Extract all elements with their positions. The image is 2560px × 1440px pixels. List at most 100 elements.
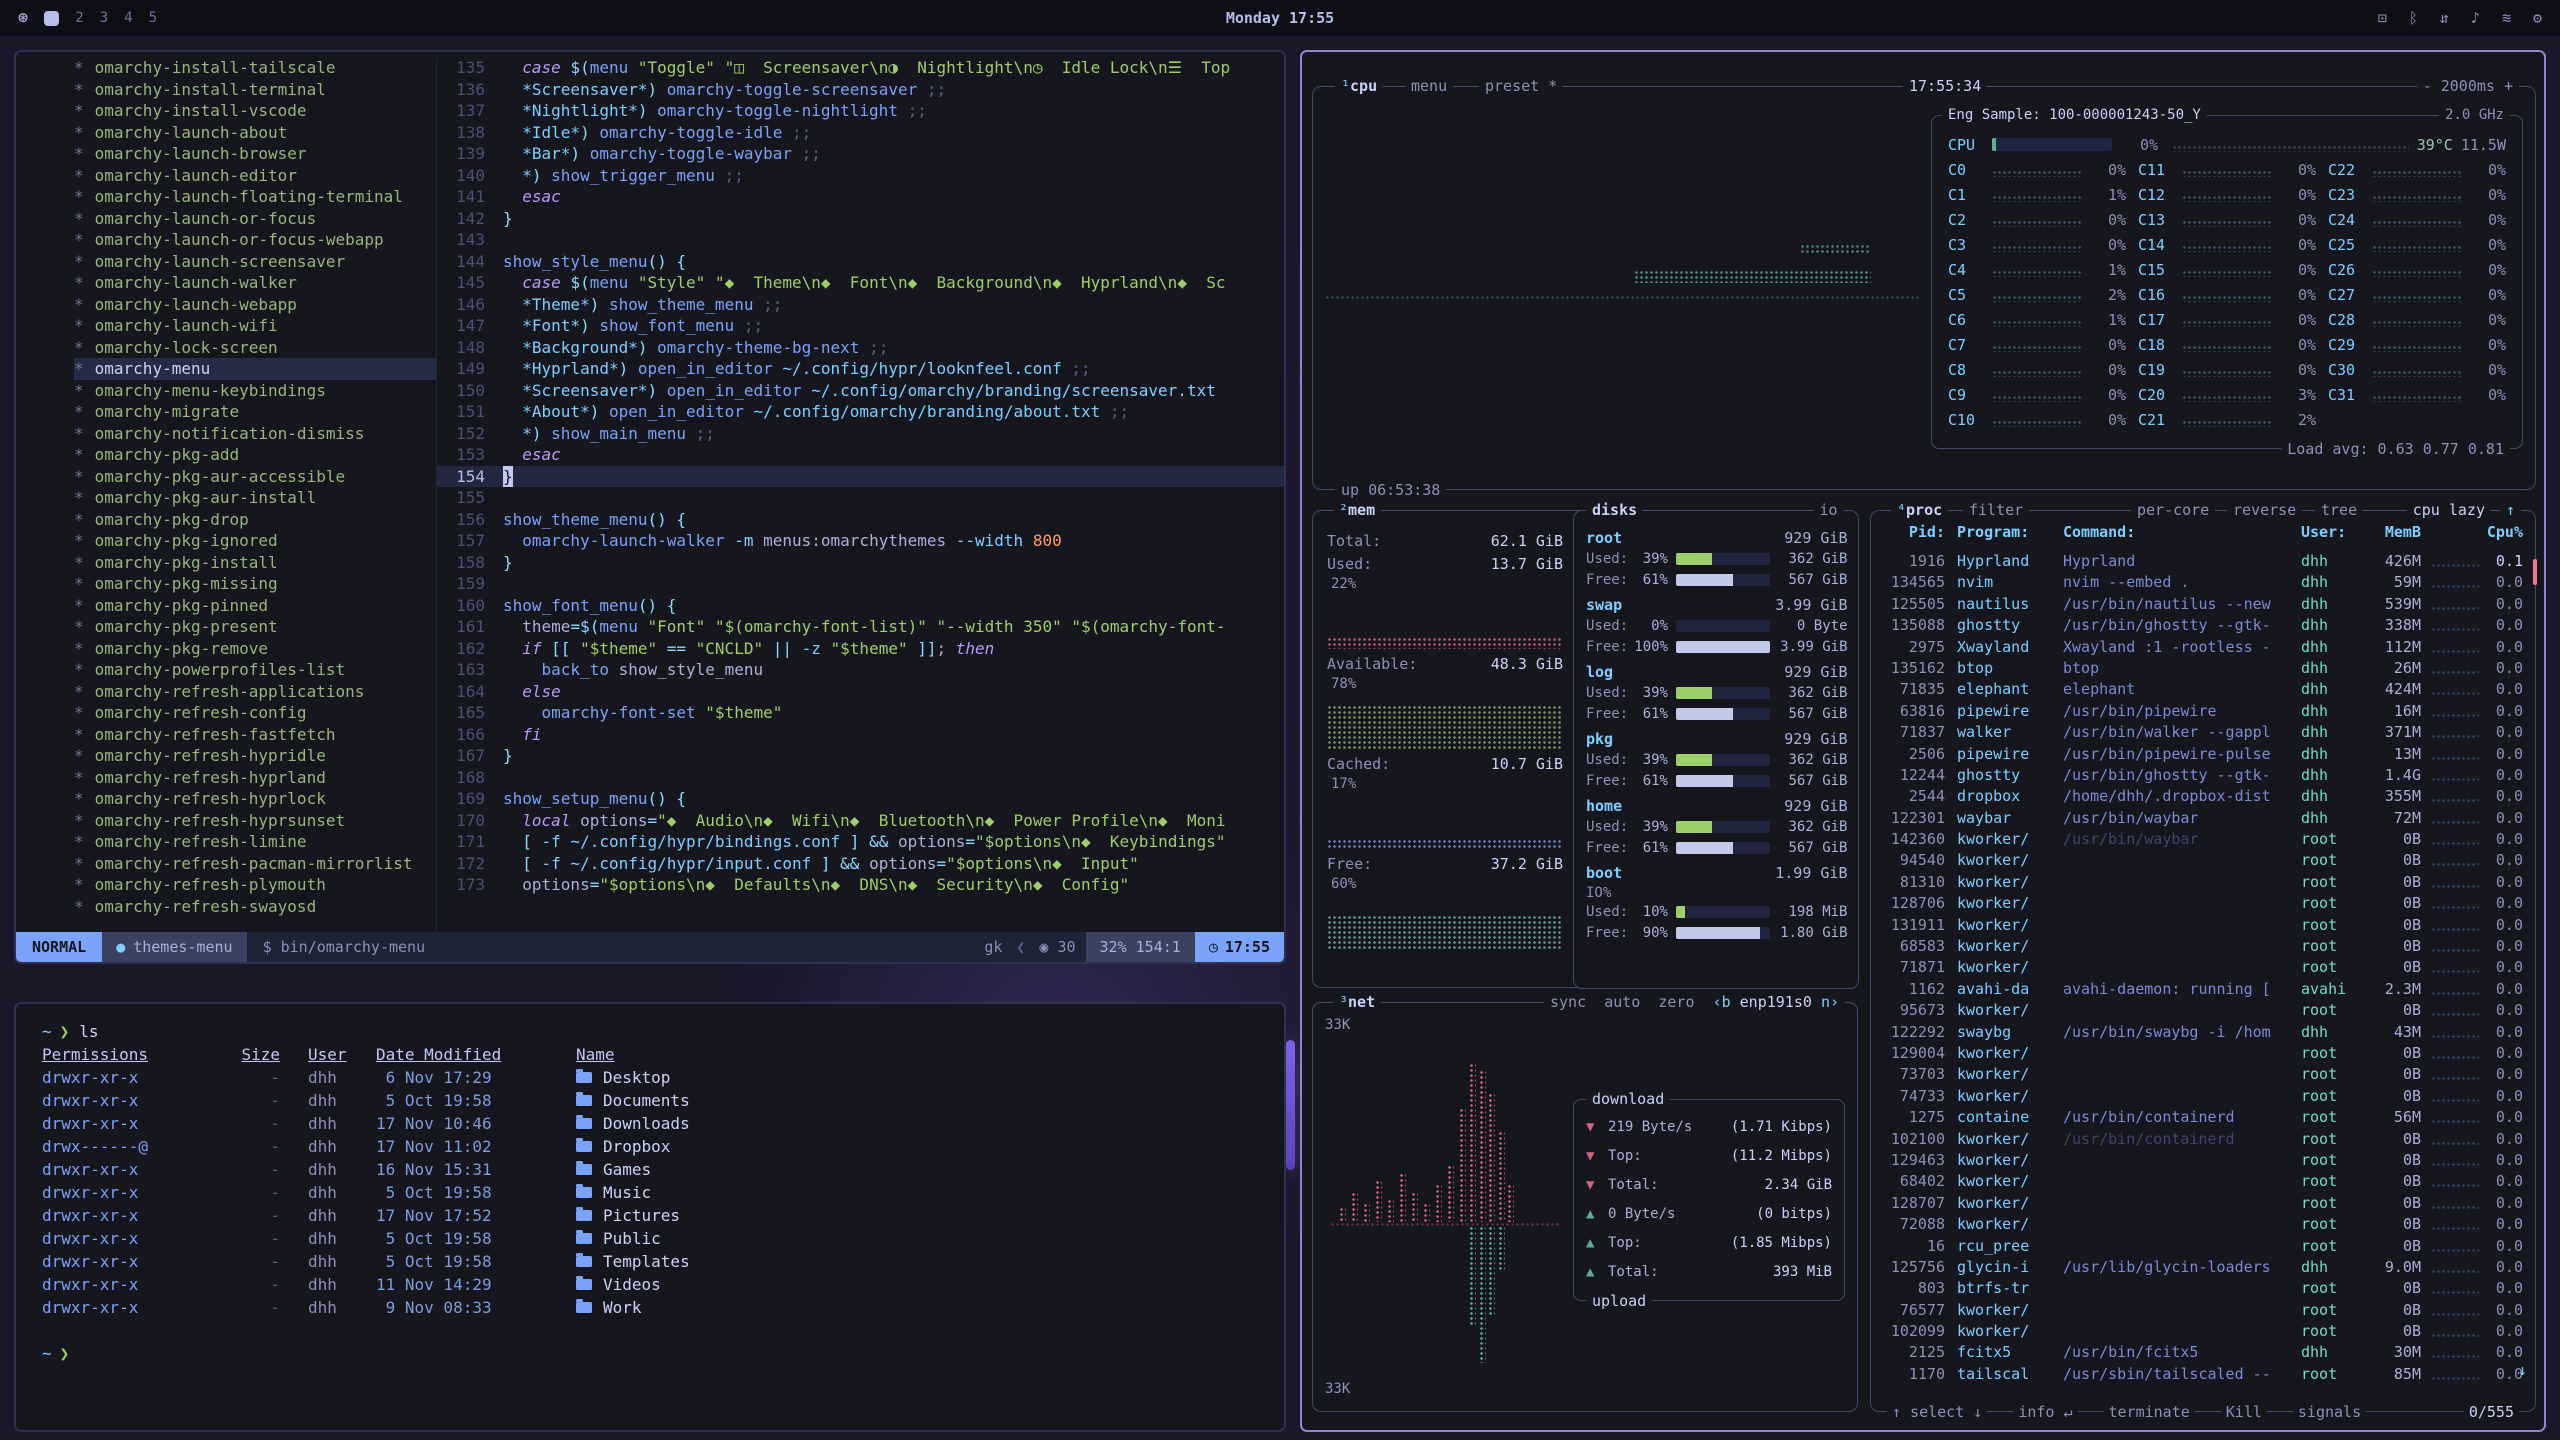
process-row[interactable]: 125756 glycin-i /usr/lib/glycin-loaders … (1883, 1257, 2523, 1278)
select-control[interactable]: ↑ select ↓ (1887, 1402, 1987, 1422)
file-list-item[interactable]: *omarchy-install-terminal (74, 79, 436, 101)
kill-control[interactable]: Kill (2221, 1402, 2267, 1422)
directory-name[interactable]: Dropbox (576, 1135, 1258, 1158)
preset-button[interactable]: preset * (1479, 76, 1563, 96)
directory-name[interactable]: Pictures (576, 1204, 1258, 1227)
process-row[interactable]: 73703 kworker/ root 0B 0.0 (1883, 1064, 2523, 1085)
file-list-item[interactable]: *omarchy-launch-screensaver (74, 251, 436, 273)
process-row[interactable]: 76577 kworker/ root 0B 0.0 (1883, 1300, 2523, 1321)
file-list-item[interactable]: *omarchy-pkg-ignored (74, 530, 436, 552)
prompt-line[interactable]: ~❯ (42, 1342, 1258, 1365)
file-list-item[interactable]: *omarchy-refresh-plymouth (74, 874, 436, 896)
process-row[interactable]: 71835 elephant elephant dhh 424M 0.0 (1883, 679, 2523, 700)
per-core-button[interactable]: per-core (2131, 500, 2215, 520)
wifi-icon[interactable]: ≋ (2502, 9, 2511, 27)
process-row[interactable]: 1162 avahi-da avahi-daemon: running [ av… (1883, 979, 2523, 1000)
file-list-item[interactable]: *omarchy-install-tailscale (74, 57, 436, 79)
file-list-item[interactable]: *omarchy-pkg-drop (74, 509, 436, 531)
workspace-button[interactable]: 5 (149, 10, 157, 26)
volume-icon[interactable]: ♪ (2471, 9, 2480, 27)
directory-name[interactable]: Videos (576, 1273, 1258, 1296)
memory-header[interactable]: MemB (2365, 523, 2421, 547)
file-list-item[interactable]: *omarchy-launch-wifi (74, 315, 436, 337)
scroll-up-icon[interactable]: ↑ (2500, 500, 2521, 520)
signals-control[interactable]: signals (2293, 1402, 2366, 1422)
directory-name[interactable]: Public (576, 1227, 1258, 1250)
sort-column-selector[interactable]: cpu lazy (2407, 500, 2491, 520)
file-list-item[interactable]: *omarchy-refresh-pacman-mirrorlist (74, 853, 436, 875)
workspace-button[interactable]: 2 (75, 10, 83, 26)
file-list-item[interactable]: *omarchy-launch-browser (74, 143, 436, 165)
file-list-item[interactable]: *omarchy-pkg-aur-accessible (74, 466, 436, 488)
scrollbar-indicator[interactable] (2533, 559, 2537, 585)
process-row[interactable]: 129463 kworker/ root 0B 0.0 (1883, 1150, 2523, 1171)
process-row[interactable]: 128706 kworker/ root 0B 0.0 (1883, 893, 2523, 914)
io-mode-button[interactable]: io (1813, 500, 1843, 520)
file-list-item[interactable]: *omarchy-launch-or-focus (74, 208, 436, 230)
process-row[interactable]: 142360 kworker/ /usr/bin/waybar root 0B … (1883, 829, 2523, 850)
file-list-item[interactable]: *omarchy-launch-walker (74, 272, 436, 294)
process-row[interactable]: 71871 kworker/ root 0B 0.0 (1883, 957, 2523, 978)
clock[interactable]: Monday 17:55 (1226, 9, 1334, 27)
workspace-button[interactable]: 4 (124, 10, 132, 26)
file-list-item[interactable]: *omarchy-refresh-hyprlock (74, 788, 436, 810)
program-header[interactable]: Program: (1957, 523, 2063, 547)
process-row[interactable]: 129004 kworker/ root 0B 0.0 (1883, 1043, 2523, 1064)
process-row[interactable]: 95673 kworker/ root 0B 0.0 (1883, 1000, 2523, 1021)
process-row[interactable]: 134565 nvim nvim --embed . dhh 59M 0.0 (1883, 572, 2523, 593)
process-row[interactable]: 2975 Xwayland Xwayland :1 -rootless - dh… (1883, 637, 2523, 658)
file-list-item[interactable]: *omarchy-launch-or-focus-webapp (74, 229, 436, 251)
network-traffic-icon[interactable]: ⇵ (2440, 9, 2449, 27)
directory-name[interactable]: Games (576, 1158, 1258, 1181)
directory-name[interactable]: Desktop (576, 1066, 1258, 1089)
file-list-item[interactable]: *omarchy-launch-floating-terminal (74, 186, 436, 208)
process-row[interactable]: 102100 kworker/ /usr/bin/containerd root… (1883, 1129, 2523, 1150)
process-row[interactable]: 1916 Hyprland Hyprland dhh 426M 0.1 (1883, 551, 2523, 572)
terminal-window[interactable]: ~❯ls Permissions Size User Date Modified… (14, 1002, 1286, 1432)
omarchy-logo-icon[interactable]: ⊛ (18, 8, 28, 28)
info-control[interactable]: info ↵ (2013, 1402, 2077, 1422)
directory-name[interactable]: Downloads (576, 1112, 1258, 1135)
file-list-item[interactable]: *omarchy-pkg-present (74, 616, 436, 638)
process-row[interactable]: 1275 containe /usr/bin/containerd root 5… (1883, 1107, 2523, 1128)
reverse-button[interactable]: reverse (2227, 500, 2302, 520)
file-list-item[interactable]: *omarchy-refresh-config (74, 702, 436, 724)
bluetooth-icon[interactable]: ᛒ (2409, 9, 2418, 27)
terminate-control[interactable]: terminate (2104, 1402, 2195, 1422)
file-list-item[interactable]: *omarchy-refresh-swayosd (74, 896, 436, 918)
file-list-item[interactable]: *omarchy-refresh-hyprsunset (74, 810, 436, 832)
zero-button[interactable]: zero (1658, 993, 1694, 1011)
process-row[interactable]: 74733 kworker/ root 0B 0.0 (1883, 1086, 2523, 1107)
file-list-item[interactable]: *omarchy-pkg-add (74, 444, 436, 466)
process-row[interactable]: 1170 tailscal /usr/sbin/tailscaled -- ro… (1883, 1364, 2523, 1383)
process-row[interactable]: 2506 pipewire /usr/bin/pipewire-pulse dh… (1883, 744, 2523, 765)
process-row[interactable]: 68402 kworker/ root 0B 0.0 (1883, 1171, 2523, 1192)
directory-name[interactable]: Documents (576, 1089, 1258, 1112)
file-list-item[interactable]: *omarchy-launch-webapp (74, 294, 436, 316)
file-list-item[interactable]: *omarchy-install-vscode (74, 100, 436, 122)
process-row[interactable]: 803 btrfs-tr root 0B 0.0 (1883, 1278, 2523, 1299)
process-row[interactable]: 68583 kworker/ root 0B 0.0 (1883, 936, 2523, 957)
process-row[interactable]: 131911 kworker/ root 0B 0.0 (1883, 915, 2523, 936)
process-row[interactable]: 122292 swaybg /usr/bin/swaybg -i /hom dh… (1883, 1022, 2523, 1043)
auto-button[interactable]: auto (1604, 993, 1640, 1011)
code-editor-pane[interactable]: 135 case $(menu "Toggle" "◫ Screensaver\… (436, 57, 1284, 932)
file-list-item[interactable]: *omarchy-refresh-fastfetch (74, 724, 436, 746)
directory-name[interactable]: Music (576, 1181, 1258, 1204)
command-header[interactable]: Command: (2063, 523, 2301, 547)
file-list-item[interactable]: *omarchy-pkg-install (74, 552, 436, 574)
iface-next-button[interactable]: n› (1821, 993, 1839, 1011)
process-row[interactable]: 122301 waybar /usr/bin/waybar dhh 72M 0.… (1883, 808, 2523, 829)
file-list-item[interactable]: *omarchy-pkg-remove (74, 638, 436, 660)
file-list-item[interactable]: *omarchy-lock-screen (74, 337, 436, 359)
process-row[interactable]: 12244 ghostty /usr/bin/ghostty --gtk- dh… (1883, 765, 2523, 786)
process-row[interactable]: 81310 kworker/ root 0B 0.0 (1883, 872, 2523, 893)
user-header[interactable]: User: (2301, 523, 2365, 547)
file-list-item[interactable]: *omarchy-pkg-aur-install (74, 487, 436, 509)
process-row[interactable]: 135088 ghostty /usr/bin/ghostty --gtk- d… (1883, 615, 2523, 636)
process-row[interactable]: 63816 pipewire /usr/bin/pipewire dhh 16M… (1883, 701, 2523, 722)
filter-button[interactable]: filter (1963, 500, 2029, 520)
menu-button[interactable]: menu (1405, 76, 1453, 96)
process-row[interactable]: 71837 walker /usr/bin/walker --gappl dhh… (1883, 722, 2523, 743)
file-list-item[interactable]: *omarchy-menu (74, 358, 436, 380)
